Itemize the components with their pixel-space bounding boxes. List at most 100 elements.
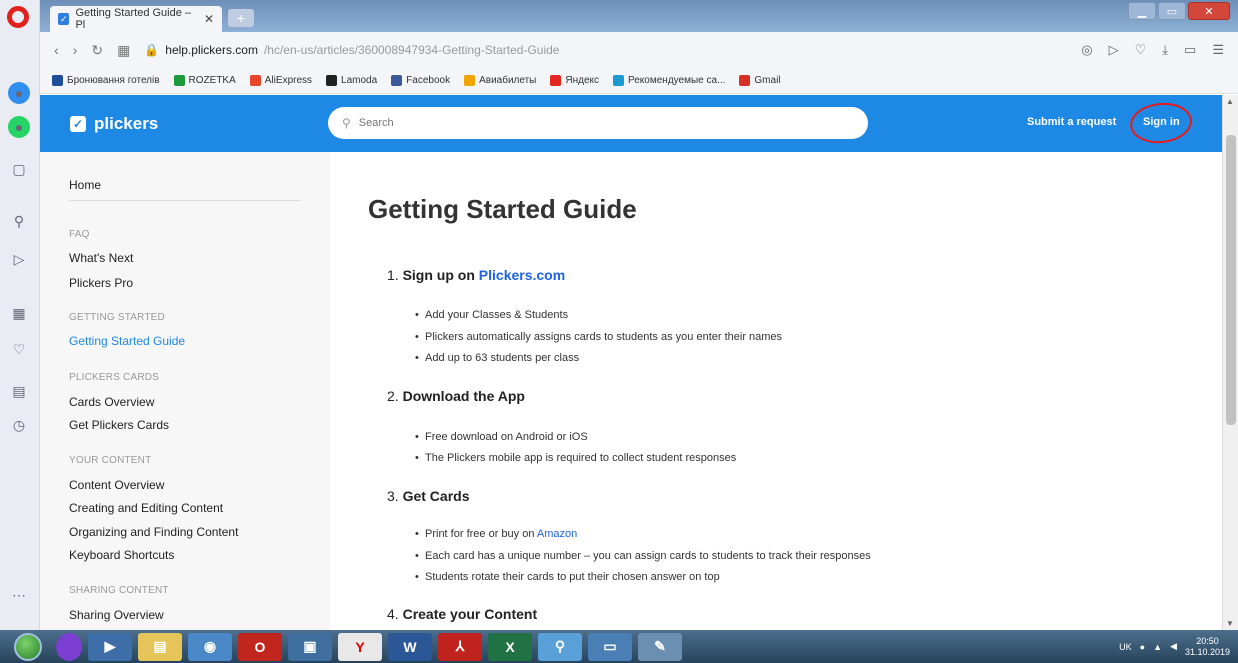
section-plickers-cards: PLICKERS CARDS xyxy=(69,372,160,383)
list-item: Free download on Android or iOS xyxy=(415,431,588,443)
opera-sidebar: ● ● ▢ ⚲ ▷ ▦ ♡ ▤ ◷ ⋯ xyxy=(0,0,40,630)
menu-icon[interactable]: ☰ xyxy=(1212,42,1224,58)
bookmark-label: Рекомендуемые са... xyxy=(628,75,726,86)
plickers-com-link[interactable]: Plickers.com xyxy=(479,267,565,283)
volume-icon[interactable]: ◀ xyxy=(1170,641,1177,652)
bookmark-label: Бронювання готелів xyxy=(67,75,160,86)
sidebar-item-getting-started-guide[interactable]: Getting Started Guide xyxy=(69,334,185,348)
vk-icon[interactable]: ▢ xyxy=(8,158,30,180)
list-item: The Plickers mobile app is required to c… xyxy=(415,452,736,464)
bookmark-label: ROZETKA xyxy=(188,75,236,86)
scroll-down-icon[interactable]: ▼ xyxy=(1226,619,1234,628)
bullet-text: Print for free or buy on xyxy=(425,528,535,540)
bookmark-item[interactable]: Бронювання готелів xyxy=(52,75,160,86)
notes-app-icon[interactable]: ▣ xyxy=(288,632,332,661)
bookmark-label: Авиабилеты xyxy=(479,75,537,86)
sidebar-item-sharing-overview[interactable]: Sharing Overview xyxy=(69,608,164,622)
bookmark-item[interactable]: Facebook xyxy=(391,75,450,86)
opera-logo-icon[interactable] xyxy=(7,6,29,28)
step-text: Get Cards xyxy=(402,488,470,504)
viber-icon[interactable] xyxy=(56,632,82,661)
tab-close-icon[interactable]: ✕ xyxy=(204,12,214,26)
bookmark-favicon-icon xyxy=(326,75,338,86)
speed-dial-icon[interactable]: ▦ xyxy=(8,302,30,324)
download-icon[interactable]: ⤓ xyxy=(1162,42,1168,58)
photo-viewer-icon[interactable]: ⚲ xyxy=(538,632,582,661)
opera-taskbar-icon[interactable]: O xyxy=(238,632,282,661)
page-scrollbar[interactable]: ▲ ▼ xyxy=(1222,95,1238,630)
sidebar-item-keyboard-shortcuts[interactable]: Keyboard Shortcuts xyxy=(69,548,174,562)
network-icon[interactable]: ▲ xyxy=(1153,642,1162,652)
sidebar-item-cards-overview[interactable]: Cards Overview xyxy=(69,395,154,409)
url-path: /hc/en-us/articles/360008947934-Getting-… xyxy=(263,43,560,57)
bookmark-label: Facebook xyxy=(406,75,451,86)
forward-icon[interactable]: › xyxy=(73,42,78,58)
explorer-folder-icon[interactable]: ▤ xyxy=(138,632,182,661)
tabs-grid-icon[interactable]: ▦ xyxy=(117,42,130,59)
sidebar-item-plickers-pro[interactable]: Plickers Pro xyxy=(69,276,133,290)
maximize-button[interactable]: ▭ xyxy=(1158,2,1186,20)
history-icon[interactable]: ◷ xyxy=(8,414,30,436)
bookmark-item[interactable]: AliExpress xyxy=(249,75,312,86)
back-icon[interactable]: ‹ xyxy=(54,42,59,58)
bookmark-item[interactable]: Gmail xyxy=(739,75,781,86)
new-tab-button[interactable]: + xyxy=(228,9,254,27)
minimize-button[interactable]: ▁ xyxy=(1128,2,1156,20)
start-button[interactable] xyxy=(14,632,42,661)
red-hand-drawn-circle xyxy=(1128,99,1194,147)
close-window-button[interactable]: ✕ xyxy=(1188,2,1230,20)
more-icon[interactable]: ⋯ xyxy=(8,584,30,606)
news-icon[interactable]: ▤ xyxy=(8,380,30,402)
sidebar-item-creating-editing[interactable]: Creating and Editing Content xyxy=(69,501,223,515)
system-clock[interactable]: 20:50 31.10.2019 xyxy=(1185,636,1230,658)
excel-icon[interactable]: X xyxy=(488,632,532,661)
whatsapp-icon[interactable]: ● xyxy=(8,116,30,138)
sidebar-item-organizing-finding[interactable]: Organizing and Finding Content xyxy=(69,525,238,539)
send-icon[interactable]: ▷ xyxy=(1109,42,1119,58)
search-input[interactable] xyxy=(358,117,839,129)
word-icon[interactable]: W xyxy=(388,632,432,661)
scroll-up-icon[interactable]: ▲ xyxy=(1226,97,1234,106)
flow-icon[interactable]: ▷ xyxy=(8,248,30,270)
step-1-heading: 1. Sign up on Plickers.com xyxy=(387,267,565,283)
sidebar-item-whats-next[interactable]: What's Next xyxy=(69,251,133,265)
step-number: 2. xyxy=(387,388,399,404)
list-item: Plickers automatically assigns cards to … xyxy=(415,331,782,343)
step-number: 3. xyxy=(387,488,399,504)
media-player-icon[interactable]: ▶ xyxy=(88,632,132,661)
bookmark-item[interactable]: Lamoda xyxy=(326,75,377,86)
bookmark-item[interactable]: ROZETKA xyxy=(173,75,236,86)
plickers-logo[interactable]: ✓ plickers xyxy=(70,114,158,134)
language-indicator[interactable]: UK xyxy=(1119,642,1132,652)
bookmark-heart-icon[interactable]: ♡ xyxy=(1135,42,1147,58)
chrome-icon[interactable]: ◉ xyxy=(188,632,232,661)
url-domain: help.plickers.com xyxy=(165,43,258,57)
browser-tab[interactable]: ✓ Getting Started Guide – Pl ✕ xyxy=(50,6,222,32)
sidebar-item-content-overview[interactable]: Content Overview xyxy=(69,478,164,492)
heart-icon[interactable]: ♡ xyxy=(8,338,30,360)
search-box[interactable]: ⚲ xyxy=(328,107,868,139)
bookmark-item[interactable]: Яндекс xyxy=(550,75,599,86)
submit-request-link[interactable]: Submit a request xyxy=(1027,116,1116,128)
sidebar-home-link[interactable]: Home xyxy=(69,178,101,192)
url-field[interactable]: 🔒 help.plickers.com/hc/en-us/articles/36… xyxy=(144,43,559,57)
scroll-thumb[interactable] xyxy=(1226,135,1236,425)
screenshot-tool-icon[interactable]: ▭ xyxy=(588,632,632,661)
bookmark-favicon-icon xyxy=(550,75,562,86)
messenger-icon[interactable]: ● xyxy=(8,82,30,104)
list-item: Print for free or buy on Amazon xyxy=(415,528,577,540)
clock-time: 20:50 xyxy=(1196,635,1219,646)
amazon-link[interactable]: Amazon xyxy=(537,528,577,540)
reload-icon[interactable]: ↻ xyxy=(91,42,103,59)
article-sidebar: Home FAQ What's Next Plickers Pro GETTIN… xyxy=(40,152,330,630)
yandex-browser-icon[interactable]: Y xyxy=(338,632,382,661)
search-icon[interactable]: ⚲ xyxy=(8,210,30,232)
bookmark-item[interactable]: Авиабилеты xyxy=(464,75,536,86)
tray-app-icon[interactable]: ● xyxy=(1140,642,1145,652)
paint-icon[interactable]: ✎ xyxy=(638,632,682,661)
bookmark-item[interactable]: Рекомендуемые са... xyxy=(613,75,725,86)
acrobat-icon[interactable]: ⅄ xyxy=(438,632,482,661)
battery-icon[interactable]: ▭ xyxy=(1184,42,1196,58)
sidebar-item-get-plickers-cards[interactable]: Get Plickers Cards xyxy=(69,418,169,432)
camera-icon[interactable]: ◎ xyxy=(1081,42,1092,58)
